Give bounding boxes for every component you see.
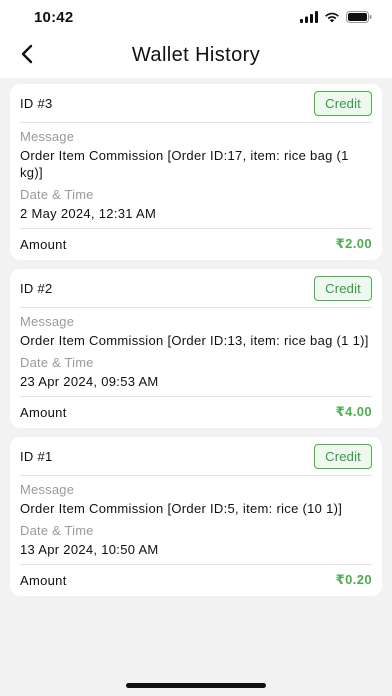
date-label: Date & Time — [20, 187, 94, 202]
home-indicator[interactable] — [126, 683, 266, 688]
transaction-card: ID #3 Credit Message Order Item Commissi… — [10, 84, 382, 260]
transaction-id: ID #3 — [20, 95, 53, 111]
date-label: Date & Time — [20, 355, 94, 370]
amount-label: Amount — [20, 404, 67, 420]
message-text: Order Item Commission [Order ID:13, item… — [20, 333, 369, 348]
amount-row: Amount ₹0.20 — [20, 564, 372, 590]
status-time: 10:42 — [34, 9, 74, 26]
transaction-card: ID #1 Credit Message Order Item Commissi… — [10, 437, 382, 596]
amount-value: ₹2.00 — [335, 236, 372, 251]
message-label: Message — [20, 314, 75, 329]
transaction-id: ID #2 — [20, 280, 53, 296]
app-header: Wallet History — [0, 34, 392, 78]
amount-value: ₹4.00 — [335, 404, 372, 419]
credit-badge: Credit — [314, 90, 372, 116]
credit-badge: Credit — [314, 443, 372, 469]
amount-label: Amount — [20, 236, 67, 252]
date-label: Date & Time — [20, 523, 94, 538]
status-icons — [300, 10, 372, 28]
message-label: Message — [20, 482, 75, 497]
message-text: Order Item Commission [Order ID:5, item:… — [20, 501, 343, 516]
transaction-list: ID #3 Credit Message Order Item Commissi… — [10, 84, 382, 605]
signal-icon — [300, 10, 318, 28]
date-value: 2 May 2024, 12:31 AM — [20, 206, 157, 221]
credit-badge: Credit — [314, 275, 372, 301]
page-title: Wallet History — [131, 44, 261, 66]
card-header: ID #2 Credit — [20, 275, 372, 308]
status-bar: 10:42 — [0, 0, 392, 34]
card-header: ID #3 Credit — [20, 90, 372, 123]
card-header: ID #1 Credit — [20, 443, 372, 476]
battery-icon — [346, 10, 372, 28]
transaction-id: ID #1 — [20, 448, 53, 464]
amount-label: Amount — [20, 572, 67, 588]
amount-row: Amount ₹2.00 — [20, 228, 372, 254]
message-text: Order Item Commission [Order ID:17, item… — [20, 148, 349, 180]
transaction-card: ID #2 Credit Message Order Item Commissi… — [10, 269, 382, 428]
wifi-icon — [324, 10, 340, 28]
date-value: 13 Apr 2024, 10:50 AM — [20, 542, 159, 557]
amount-value: ₹0.20 — [335, 572, 372, 587]
amount-row: Amount ₹4.00 — [20, 396, 372, 422]
date-value: 23 Apr 2024, 09:53 AM — [20, 374, 159, 389]
message-label: Message — [20, 129, 75, 144]
